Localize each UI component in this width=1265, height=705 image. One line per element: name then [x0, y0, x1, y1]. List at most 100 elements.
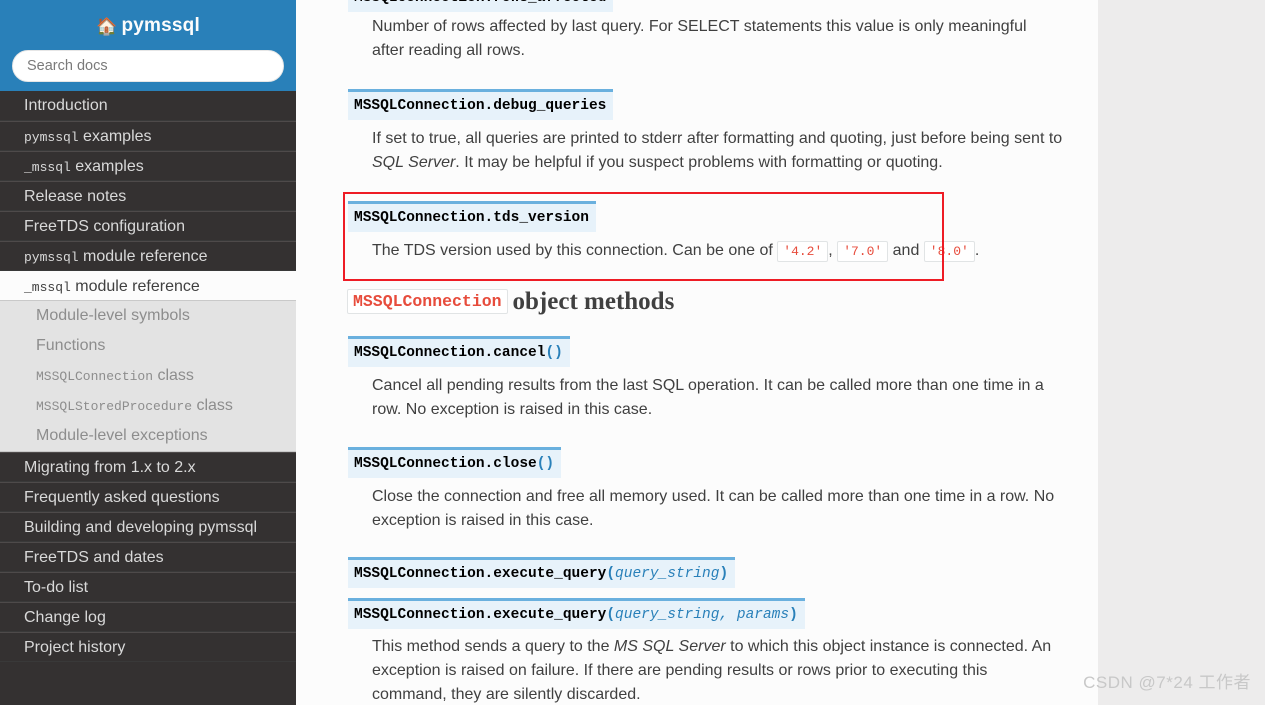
sidebar-link-freetds-configuration[interactable]: FreeTDS configuration	[0, 211, 296, 241]
sidebar-item-label: Introduction	[24, 97, 108, 114]
sidebar-subitem-label: Module-level symbols	[36, 307, 190, 324]
sidebar-subitem-mssqlconnection-class[interactable]: MSSQLConnection class	[0, 361, 296, 391]
sidebar-item-pymssql-module-reference[interactable]: pymssql module reference	[0, 241, 296, 271]
sidebar-nav: Introduction pymssql examples _mssql exa…	[0, 91, 296, 662]
sidebar-item-mono: _mssql	[24, 280, 71, 295]
signature-name: MSSQLConnection.close	[354, 456, 537, 472]
sidebar-sublink-functions[interactable]: Functions	[0, 331, 296, 361]
code-literal-tds-70: '7.0'	[837, 241, 889, 262]
sidebar-subnav-wrap: Module-level symbols Functions MSSQLConn…	[0, 301, 296, 452]
section-cancel: MSSQLConnection.cancel()	[348, 336, 570, 367]
sidebar-item-mono: _mssql	[24, 160, 71, 175]
brand-label: pymssql	[121, 15, 200, 36]
description-cancel: Cancel all pending results from the last…	[372, 377, 1044, 418]
sidebar-item-migrating[interactable]: Migrating from 1.x to 2.x	[0, 452, 296, 482]
home-icon: 🏠	[96, 17, 118, 36]
sidebar-link-faq[interactable]: Frequently asked questions	[0, 482, 296, 512]
desc-emphasis: MS SQL Server	[613, 638, 726, 655]
sidebar-subitem-mssqlstoredprocedure-class[interactable]: MSSQLStoredProcedure class	[0, 391, 296, 421]
sidebar-item-project-history[interactable]: Project history	[0, 632, 296, 662]
desc-text: .	[974, 242, 980, 259]
signature-close-paren: )	[719, 566, 729, 582]
sidebar-subitem-module-level-exceptions[interactable]: Module-level exceptions	[0, 421, 296, 451]
signature-execute-query-2: MSSQLConnection.execute_query(query_stri…	[348, 598, 805, 629]
signature-rows-affected: MSSQLConnection.rows_affected	[348, 0, 614, 12]
description-rows-affected: Number of rows affected by last query. F…	[372, 18, 1027, 59]
signature-tds-version: MSSQLConnection.tds_version	[348, 201, 596, 232]
section-tds-version: MSSQLConnection.tds_version	[348, 201, 596, 232]
sidebar-item-label: Project history	[24, 639, 126, 656]
sidebar-subitem-mono: MSSQLStoredProcedure	[36, 399, 193, 414]
desc-separator: ,	[828, 242, 838, 259]
signature-name: MSSQLConnection.execute_query	[354, 566, 607, 582]
desc-text: If set to true, all queries are printed …	[372, 130, 1063, 147]
signature-parens: ()	[536, 456, 555, 472]
sidebar-link-migrating[interactable]: Migrating from 1.x to 2.x	[0, 452, 296, 482]
sidebar-link-freetds-dates[interactable]: FreeTDS and dates	[0, 542, 296, 572]
sidebar: 🏠pymssql Introduction pymssql examples _…	[0, 0, 296, 705]
description-close: Close the connection and free all memory…	[372, 488, 1055, 529]
sidebar-item-mssql-module-reference[interactable]: _mssql module reference	[0, 271, 296, 301]
sidebar-link-mssql-module-reference[interactable]: _mssql module reference	[0, 271, 296, 301]
sidebar-item-building[interactable]: Building and developing pymssql	[0, 512, 296, 542]
sidebar-item-label: module reference	[70, 278, 200, 295]
search-input[interactable]	[12, 50, 284, 82]
sidebar-sublink-module-level-exceptions[interactable]: Module-level exceptions	[0, 421, 296, 451]
section-close: MSSQLConnection.close()	[348, 447, 562, 478]
signature-open-paren: (	[606, 607, 616, 623]
signature-debug-queries: MSSQLConnection.debug_queries	[348, 89, 614, 120]
sidebar-link-change-log[interactable]: Change log	[0, 602, 296, 632]
sidebar-item-label: To-do list	[24, 579, 89, 596]
sidebar-link-todo-list[interactable]: To-do list	[0, 572, 296, 602]
desc-text: . It may be helpful if you suspect probl…	[455, 154, 943, 171]
sidebar-item-pymssql-examples[interactable]: pymssql examples	[0, 121, 296, 151]
sidebar-item-label: Building and developing pymssql	[24, 519, 258, 536]
section-debug-queries: MSSQLConnection.debug_queries	[348, 89, 614, 120]
signature-param: query_string, params	[615, 607, 790, 623]
document-body: MSSQLConnection.rows_affected Number of …	[296, 0, 1098, 705]
heading-code-mssqlconnection: MSSQLConnection	[347, 289, 508, 314]
sidebar-item-label: Frequently asked questions	[24, 489, 220, 506]
sidebar-item-label: module reference	[78, 248, 208, 265]
sidebar-item-faq[interactable]: Frequently asked questions	[0, 482, 296, 512]
sidebar-header: 🏠 pymssql	[0, 0, 296, 91]
sidebar-item-freetds-configuration[interactable]: FreeTDS configuration	[0, 211, 296, 241]
sidebar-sublink-module-level-symbols[interactable]: Module-level symbols	[0, 301, 296, 331]
sidebar-item-mssql-examples[interactable]: _mssql examples	[0, 151, 296, 181]
sidebar-subnav: Module-level symbols Functions MSSQLConn…	[0, 301, 296, 451]
sidebar-item-introduction[interactable]: Introduction	[0, 91, 296, 121]
signature-close-paren: )	[789, 607, 798, 623]
desc-separator: and	[888, 242, 924, 259]
page-section-heading-object-methods: MSSQLConnection object methods	[347, 288, 674, 316]
signature-execute-query-1: MSSQLConnection.execute_query(query_stri…	[348, 557, 736, 588]
section-execute-query-1: MSSQLConnection.execute_query(query_stri…	[348, 557, 736, 588]
desc-text: This method sends a query to the	[372, 638, 614, 655]
sidebar-item-release-notes[interactable]: Release notes	[0, 181, 296, 211]
sidebar-subitem-label: Functions	[36, 337, 106, 354]
brand-title[interactable]: 🏠 pymssql	[12, 12, 284, 41]
sidebar-link-release-notes[interactable]: Release notes	[0, 181, 296, 211]
signature-param: query_string	[615, 566, 720, 582]
sidebar-subitem-module-level-symbols[interactable]: Module-level symbols	[0, 301, 296, 331]
sidebar-item-todo-list[interactable]: To-do list	[0, 572, 296, 602]
sidebar-sublink-mssqlconnection-class[interactable]: MSSQLConnection class	[0, 361, 296, 391]
signature-cancel: MSSQLConnection.cancel()	[348, 336, 570, 367]
desc-emphasis: SQL Server	[372, 154, 456, 171]
sidebar-item-change-log[interactable]: Change log	[0, 602, 296, 632]
code-literal-tds-80: '8.0'	[923, 241, 975, 262]
section-rows-affected: MSSQLConnection.rows_affected	[348, 0, 614, 12]
sidebar-link-pymssql-module-reference[interactable]: pymssql module reference	[0, 241, 296, 271]
sidebar-link-introduction[interactable]: Introduction	[0, 91, 296, 121]
sidebar-item-freetds-dates[interactable]: FreeTDS and dates	[0, 542, 296, 572]
documentation-page: 🏠pymssql Introduction pymssql examples _…	[0, 0, 1265, 705]
sidebar-link-building[interactable]: Building and developing pymssql	[0, 512, 296, 542]
sidebar-link-mssql-examples[interactable]: _mssql examples	[0, 151, 296, 181]
code-literal-tds-42: '4.2'	[777, 241, 829, 262]
sidebar-link-project-history[interactable]: Project history	[0, 632, 296, 662]
sidebar-item-label: Change log	[24, 609, 106, 626]
sidebar-sublink-mssqlstoredprocedure-class[interactable]: MSSQLStoredProcedure class	[0, 391, 296, 421]
sidebar-link-pymssql-examples[interactable]: pymssql examples	[0, 121, 296, 151]
sidebar-subitem-label: Module-level exceptions	[36, 427, 208, 444]
section-execute-query-2: MSSQLConnection.execute_query(query_stri…	[348, 598, 805, 629]
sidebar-subitem-functions[interactable]: Functions	[0, 331, 296, 361]
